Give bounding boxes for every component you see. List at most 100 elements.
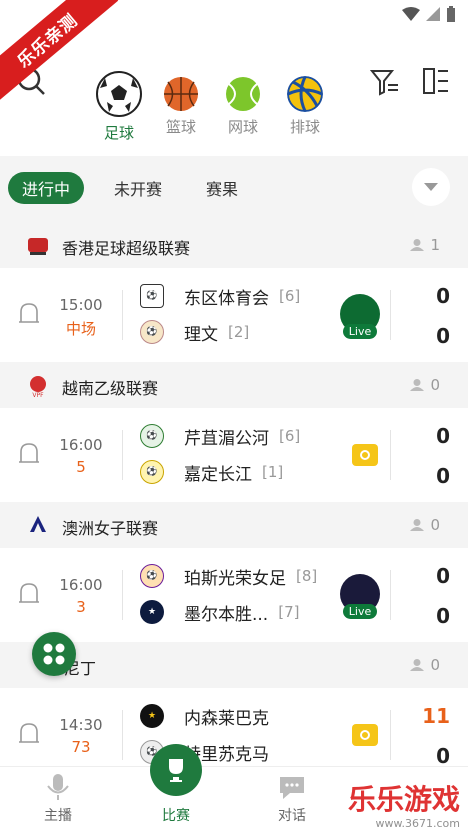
tab-results[interactable]: 赛果 [206, 172, 238, 204]
home-score: 0 [436, 564, 450, 588]
league-follow-count: 1 [410, 236, 440, 254]
away-score: 0 [436, 604, 450, 628]
team-rank: [8] [296, 567, 318, 585]
person-icon [410, 379, 425, 391]
league-header[interactable]: 香港足球超级联赛 1 [0, 222, 468, 268]
home-team: ★ 内森莱巴克 [140, 703, 279, 729]
match-minute: 3 [76, 598, 86, 616]
chevron-down-icon [424, 183, 438, 191]
match-time: 14:30 [59, 716, 103, 734]
team-name: 理文 [184, 324, 218, 345]
floating-menu-button[interactable] [32, 632, 76, 676]
league-logo-icon [28, 238, 48, 255]
tab-volleyball[interactable]: 排球 [274, 76, 336, 143]
wifi-icon [402, 7, 420, 21]
nav-streamer[interactable]: 主播 [18, 773, 98, 825]
bell-icon[interactable] [18, 302, 40, 328]
tab-football[interactable]: 足球 [88, 70, 150, 143]
football-icon [96, 71, 142, 117]
divider [122, 290, 123, 340]
league-logo-icon [30, 516, 46, 532]
league-logo-icon: VPF [30, 376, 46, 398]
person-icon [410, 239, 425, 251]
microphone-icon [47, 774, 69, 800]
live-badge: Live [343, 324, 377, 339]
layout-toggle-icon[interactable] [422, 67, 450, 95]
match-time: 16:00 [59, 576, 103, 594]
basketball-icon [164, 77, 198, 111]
league-follow-count: 0 [410, 376, 440, 394]
league-name: 澳洲女子联赛 [62, 519, 159, 538]
status-icons [402, 6, 456, 22]
away-score: 0 [436, 464, 450, 488]
expand-dropdown-button[interactable] [412, 168, 450, 206]
bell-icon[interactable] [18, 722, 40, 748]
divider [122, 430, 123, 480]
away-score: 0 [436, 324, 450, 348]
away-score: 0 [436, 744, 450, 768]
match-minute: 5 [76, 458, 86, 476]
home-score: 0 [436, 424, 450, 448]
divider [390, 430, 391, 480]
match-card[interactable]: 16:00 3 ⚽ 珀斯光荣女足 [8] ★ 墨尔本胜... [7] Live … [0, 548, 468, 642]
person-icon [410, 659, 425, 671]
divider [390, 570, 391, 620]
bell-icon[interactable] [18, 582, 40, 608]
tab-basketball[interactable]: 篮球 [150, 76, 212, 143]
team-name: 嘉定长江 [184, 464, 252, 485]
grid-icon [43, 643, 65, 665]
team-name: 珀斯光荣女足 [184, 568, 286, 589]
tab-live[interactable]: 进行中 [8, 172, 85, 204]
watermark-url: www.3671.com [375, 817, 460, 830]
match-card[interactable]: 15:00 中场 ⚽ 东区体育会 [6] ⚽ 理文 [2] Live 0 0 [0, 268, 468, 362]
site-watermark: 乐乐游戏 www.3671.com [347, 783, 460, 830]
volleyball-icon [287, 76, 323, 112]
home-score: 0 [436, 284, 450, 308]
match-time: 15:00 [59, 296, 103, 314]
tab-tennis[interactable]: 网球 [212, 76, 274, 143]
bell-icon[interactable] [18, 442, 40, 468]
match-card[interactable]: 16:00 5 ⚽ 芹苴湄公河 [6] ⚽ 嘉定长江 [1] 0 0 [0, 408, 468, 502]
filter-icon[interactable] [370, 68, 400, 96]
tab-basketball-label: 篮球 [165, 118, 196, 136]
team-logo-icon: ⚽ [140, 564, 164, 588]
league-follow-count: 0 [410, 516, 440, 534]
chat-bubble-icon [280, 777, 304, 799]
tab-tennis-label: 网球 [227, 118, 258, 136]
team-logo-icon: ⚽ [140, 460, 164, 484]
team-rank: [6] [279, 287, 301, 305]
person-icon [410, 519, 425, 531]
video-replay-icon[interactable] [352, 724, 378, 746]
trophy-icon [169, 759, 183, 782]
away-team: ⚽ 理文 [2] [140, 319, 249, 345]
sport-tabs: 足球 篮球 网球 排球 [88, 70, 336, 143]
league-header[interactable]: 澳洲女子联赛 0 [0, 502, 468, 548]
svg-text:VPF: VPF [32, 392, 44, 398]
team-name: 内森莱巴克 [184, 708, 269, 729]
league-header[interactable]: VPF 越南乙级联赛 0 [0, 362, 468, 408]
team-rank: [6] [279, 427, 301, 445]
tab-upcoming[interactable]: 未开赛 [114, 172, 162, 204]
team-logo-icon: ⚽ [140, 284, 164, 308]
team-rank: [2] [228, 323, 250, 341]
team-logo-icon: ★ [140, 704, 164, 728]
matches-trophy-button[interactable] [150, 744, 202, 796]
tab-volleyball-label: 排球 [289, 118, 320, 136]
league-name: 香港足球超级联赛 [62, 239, 191, 258]
team-name: 东区体育会 [184, 288, 269, 309]
league-follow-count: 0 [410, 656, 440, 674]
nav-chat-label: 对话 [278, 808, 306, 824]
team-name: 墨尔本胜... [184, 604, 269, 625]
divider [390, 710, 391, 760]
team-logo-icon: ⚽ [140, 320, 164, 344]
nav-streamer-label: 主播 [44, 808, 72, 824]
team-rank: [7] [278, 603, 300, 621]
video-replay-icon[interactable] [352, 444, 378, 466]
away-team: ⚽ 嘉定长江 [1] [140, 459, 283, 485]
team-logo-icon: ⚽ [140, 424, 164, 448]
home-team: ⚽ 珀斯光荣女足 [8] [140, 563, 317, 589]
match-status-filter: 进行中 未开赛 赛果 [0, 156, 468, 222]
divider [390, 290, 391, 340]
home-team: ⚽ 东区体育会 [6] [140, 283, 300, 309]
league-name: 越南乙级联赛 [62, 379, 159, 398]
